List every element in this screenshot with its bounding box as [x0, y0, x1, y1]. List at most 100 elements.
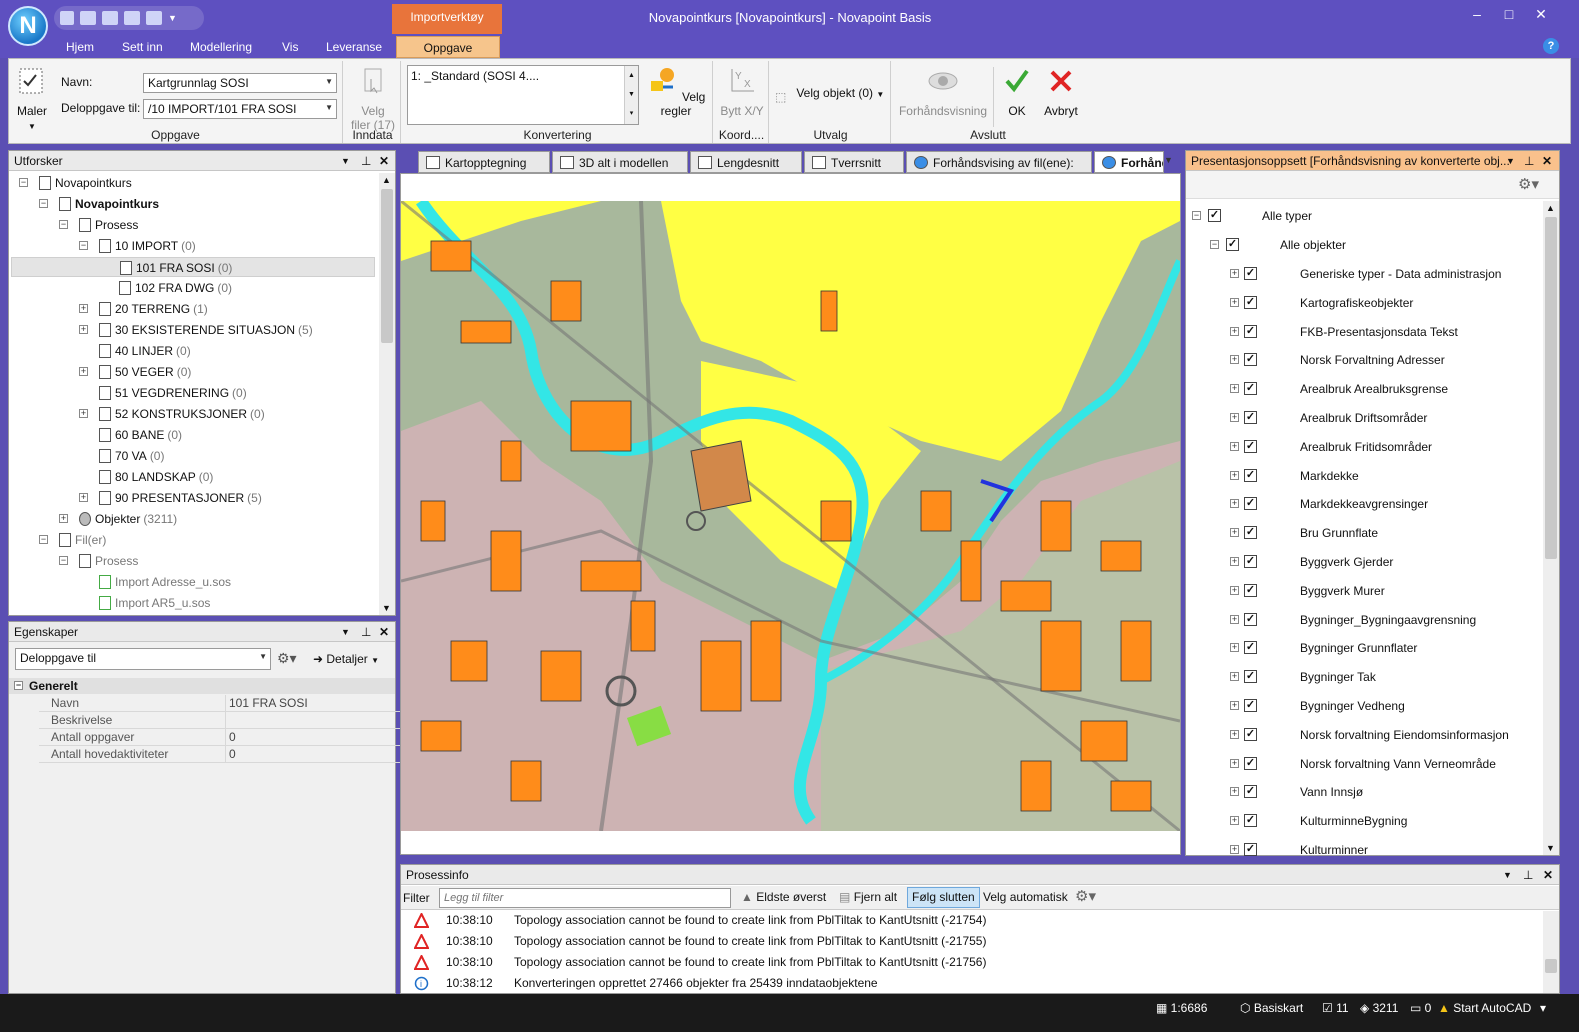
checkbox[interactable]: ✓: [1244, 670, 1257, 684]
help-icon[interactable]: ?: [1543, 38, 1559, 54]
checkbox[interactable]: ✓: [1244, 555, 1257, 568]
app-logo-icon[interactable]: N: [8, 6, 48, 46]
checkbox[interactable]: ✓: [1244, 382, 1257, 396]
expand-icon[interactable]: +: [1230, 614, 1239, 624]
presentation-item[interactable]: + ✓ Vann Innsjø: [1186, 778, 1541, 806]
tree-item[interactable]: +30 EKSISTERENDE SITUASJON (5): [11, 320, 371, 340]
presentation-item[interactable]: + ✓ FKB-Presentasjonsdata Tekst: [1186, 318, 1541, 346]
expand-icon[interactable]: +: [1230, 585, 1239, 595]
tree-item[interactable]: +90 PRESENTASJONER (5): [11, 488, 371, 508]
collapse-icon[interactable]: −: [14, 681, 23, 690]
checkbox[interactable]: ✓: [1244, 583, 1257, 597]
tab-leveranse[interactable]: Leveranse: [326, 36, 382, 58]
open-recent-icon[interactable]: [124, 11, 140, 25]
tab-vis[interactable]: Vis: [282, 36, 298, 58]
basiskart-indicator[interactable]: ⬡ Basiskart: [1240, 1000, 1303, 1016]
property-row[interactable]: Antall hovedaktiviteter 0: [39, 746, 404, 763]
collapse-icon[interactable]: −: [1192, 211, 1201, 220]
filter-input[interactable]: [439, 888, 731, 908]
expand-icon[interactable]: +: [1230, 729, 1239, 739]
navn-combo[interactable]: Kartgrunnlag SOSI ▼: [143, 73, 337, 93]
status-menu-icon[interactable]: ▾: [1540, 1000, 1546, 1016]
checkbox[interactable]: ✓: [1208, 209, 1221, 222]
pin-icon[interactable]: ⊥: [1524, 151, 1534, 171]
velg-objekt-button[interactable]: ⬚ Velg objekt (0) ▼: [775, 81, 887, 105]
expand-icon[interactable]: +: [1230, 326, 1239, 336]
close-icon[interactable]: ✕: [379, 622, 389, 642]
explorer-scrollbar[interactable]: ▲ ▼: [379, 173, 395, 615]
presentation-item[interactable]: + ✓ Generiske typer - Data administrasjon: [1186, 260, 1541, 288]
expand-icon[interactable]: +: [59, 514, 68, 523]
home-icon[interactable]: [60, 11, 74, 25]
map-canvas[interactable]: [401, 201, 1180, 831]
presentation-item[interactable]: + ✓ Markdekke: [1186, 462, 1541, 490]
scale-indicator[interactable]: ▦ 1:6686: [1156, 1000, 1207, 1016]
presentation-item[interactable]: + ✓ Kartografiskeobjekter: [1186, 289, 1541, 317]
expand-icon[interactable]: +: [1230, 845, 1239, 854]
checkbox[interactable]: ✓: [1244, 814, 1257, 828]
deloppgave-combo[interactable]: /10 IMPORT/101 FRA SOSI ▼: [143, 99, 337, 119]
pin-icon[interactable]: ⊥: [1523, 865, 1533, 885]
object-count[interactable]: ◈ 3211: [1360, 1000, 1398, 1016]
expand-icon[interactable]: +: [79, 304, 88, 313]
qat-dropdown-icon[interactable]: ▼: [168, 13, 177, 23]
checkbox[interactable]: ✓: [1244, 353, 1257, 367]
expand-icon[interactable]: +: [79, 367, 88, 376]
presentation-item[interactable]: + ✓ Bygninger Tak: [1186, 663, 1541, 691]
presentation-item[interactable]: + ✓ Arealbruk Fritidsområder: [1186, 433, 1541, 461]
tree-item[interactable]: 51 VEGDRENERING (0): [11, 383, 371, 403]
checkbox[interactable]: ✓: [1244, 324, 1257, 338]
bytt-xy-button[interactable]: YX Bytt X/Y: [717, 65, 767, 118]
velg-automatisk-button[interactable]: Velg automatisk: [983, 890, 1068, 904]
tree-item[interactable]: +20 TERRENG (1): [11, 299, 371, 319]
presentation-item[interactable]: + ✓ Byggverk Gjerder: [1186, 548, 1541, 576]
scroll-up-icon[interactable]: ▲: [382, 175, 391, 185]
close-icon[interactable]: ✕: [1542, 151, 1552, 171]
maler-button[interactable]: Maler ▼: [13, 65, 51, 134]
tree-item[interactable]: − Fil(er): [11, 530, 371, 550]
checkbox[interactable]: ✓: [1244, 699, 1257, 712]
collapse-icon[interactable]: −: [79, 241, 88, 250]
map-viewport[interactable]: [400, 173, 1181, 855]
checkbox[interactable]: ✓: [1244, 526, 1257, 540]
presentation-item[interactable]: + ✓ Arealbruk Driftsområder: [1186, 404, 1541, 432]
checkbox[interactable]: ✓: [1244, 439, 1257, 453]
expand-icon[interactable]: +: [1230, 470, 1239, 480]
close-icon[interactable]: ✕: [379, 151, 389, 171]
check-count[interactable]: ☑ 11: [1322, 1000, 1349, 1016]
folg-slutten-button[interactable]: Følg slutten: [907, 887, 980, 908]
checkbox[interactable]: ✓: [1244, 727, 1257, 741]
tree-item[interactable]: − Novapointkurs: [11, 173, 371, 193]
scroll-down-icon[interactable]: ▼: [1546, 843, 1555, 853]
fjern-alt-button[interactable]: ▤ Fjern alt: [839, 890, 897, 904]
presentation-item[interactable]: + ✓ Bygninger Vedheng: [1186, 692, 1541, 720]
expand-icon[interactable]: +: [1230, 499, 1239, 509]
document-tab[interactable]: Forhånd: [1094, 151, 1164, 173]
presentation-item[interactable]: + ✓ Norsk Forvaltning Adresser: [1186, 346, 1541, 374]
tree-item[interactable]: 40 LINJER (0): [11, 341, 371, 361]
tree-item[interactable]: Import AR5_u.sos: [11, 593, 371, 613]
log-row[interactable]: 10:38:10 Topology association cannot be f…: [402, 910, 1542, 931]
velg-filer-button[interactable]: Velg filer (17): [349, 65, 397, 132]
tab-oppgave[interactable]: Oppgave: [396, 36, 500, 58]
checkbox[interactable]: ✓: [1244, 411, 1257, 424]
gear-icon[interactable]: ⚙▾: [1075, 887, 1096, 905]
checkbox[interactable]: ✓: [1244, 756, 1257, 770]
document-tab[interactable]: Forhåndsvising av fil(ene):: [906, 151, 1092, 173]
velg-regler-button[interactable]: Velg regler: [643, 65, 709, 118]
tree-item[interactable]: − Prosess: [11, 551, 371, 571]
detaljer-button[interactable]: ➜ Detaljer ▼: [313, 652, 379, 666]
checkbox[interactable]: ✓: [1226, 238, 1239, 251]
ok-button[interactable]: OK: [999, 65, 1035, 118]
document-tab[interactable]: Kartopptegning: [418, 151, 550, 173]
close-icon[interactable]: ✕: [1543, 865, 1553, 885]
section-generelt[interactable]: − Generelt: [9, 678, 395, 694]
tree-item[interactable]: 101 FRA SOSI (0): [11, 257, 375, 277]
tree-item[interactable]: 70 VA (0): [11, 446, 371, 466]
presentation-item[interactable]: + ✓ Bru Grunnflate: [1186, 519, 1541, 547]
document-tab[interactable]: Tverrsnitt: [804, 151, 904, 173]
presentation-item[interactable]: + ✓ Byggverk Murer: [1186, 577, 1541, 605]
log-row[interactable]: 10:38:10 Topology association cannot be f…: [402, 952, 1542, 973]
tree-item[interactable]: 60 BANE (0): [11, 425, 371, 445]
expand-icon[interactable]: +: [1230, 816, 1239, 826]
